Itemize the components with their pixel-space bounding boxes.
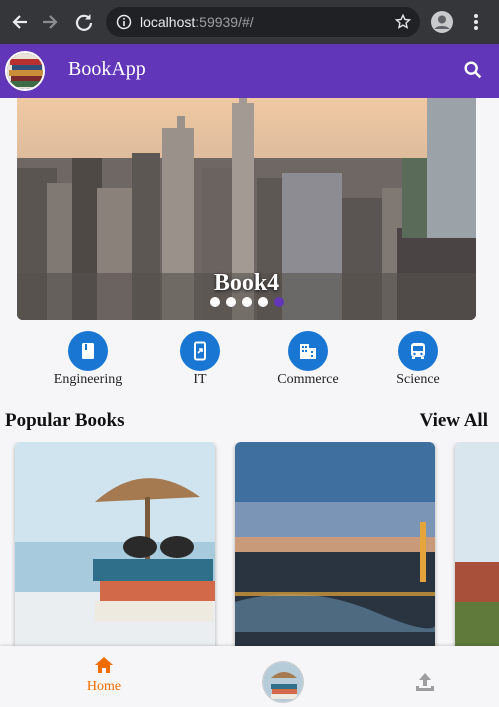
search-icon[interactable] xyxy=(462,59,486,83)
browser-toolbar: localhost:59939/#/ xyxy=(0,0,499,44)
carousel-dot[interactable] xyxy=(241,297,252,307)
popular-books-list xyxy=(0,442,499,646)
info-icon[interactable] xyxy=(116,14,132,30)
app-bar: BookApp xyxy=(0,44,499,98)
nav-home-tab[interactable]: Home xyxy=(74,656,134,695)
category-row: Engineering IT Commerce Science xyxy=(0,331,499,391)
upload-icon[interactable] xyxy=(414,671,438,695)
nav-home-label: Home xyxy=(86,679,122,694)
url-text: localhost:59939/#/ xyxy=(140,14,254,30)
profile-icon[interactable] xyxy=(430,10,454,34)
category-engineering[interactable]: Engineering xyxy=(38,331,138,388)
carousel-title: Book4 xyxy=(213,270,280,296)
app-logo[interactable] xyxy=(5,51,45,91)
book-icon xyxy=(68,331,108,371)
carousel-dot[interactable] xyxy=(209,297,220,307)
featured-carousel[interactable]: Book4 xyxy=(17,98,476,320)
reload-icon[interactable] xyxy=(72,10,96,34)
book-cover-image xyxy=(15,442,215,646)
mobile-link-icon xyxy=(180,331,220,371)
nav-center-avatar[interactable] xyxy=(262,661,304,703)
category-it[interactable]: IT xyxy=(150,331,250,388)
app-title: BookApp xyxy=(68,58,146,80)
bottom-navigation: Home xyxy=(0,646,499,707)
view-all-link[interactable]: View All xyxy=(420,410,488,432)
home-icon xyxy=(95,657,113,673)
category-science[interactable]: Science xyxy=(368,331,468,388)
book-cover-image xyxy=(235,442,435,646)
book-card[interactable] xyxy=(15,442,215,646)
star-icon[interactable] xyxy=(394,13,412,31)
back-icon[interactable] xyxy=(8,10,32,34)
popular-books-heading: Popular Books xyxy=(5,410,125,431)
category-label: Engineering xyxy=(53,372,123,387)
book-cover-image xyxy=(455,442,499,646)
book-card[interactable] xyxy=(455,442,499,646)
category-label: Commerce xyxy=(277,372,339,387)
bus-icon xyxy=(398,331,438,371)
category-label: IT xyxy=(193,372,207,387)
carousel-indicators xyxy=(17,297,476,307)
category-commerce[interactable]: Commerce xyxy=(258,331,358,388)
menu-kebab-icon[interactable] xyxy=(464,10,488,34)
carousel-dot[interactable] xyxy=(225,297,236,307)
carousel-dot-active[interactable] xyxy=(273,297,284,307)
book-card[interactable] xyxy=(235,442,435,646)
carousel-dot[interactable] xyxy=(257,297,268,307)
category-label: Science xyxy=(396,372,440,387)
address-bar[interactable]: localhost:59939/#/ xyxy=(106,7,420,37)
forward-icon[interactable] xyxy=(38,10,62,34)
building-icon xyxy=(288,331,328,371)
